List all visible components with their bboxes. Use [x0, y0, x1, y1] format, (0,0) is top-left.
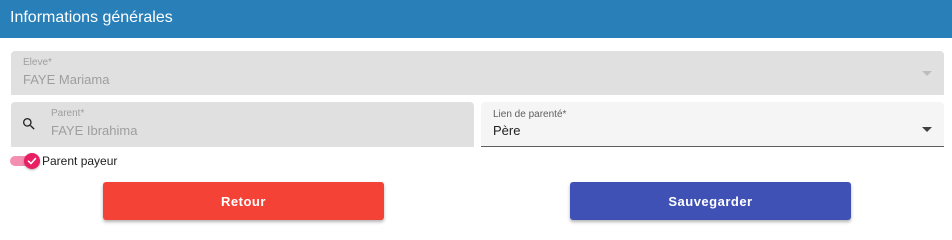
- parent-payeur-toggle[interactable]: [10, 153, 40, 169]
- parent-autocomplete[interactable]: Parent* FAYE Ibrahima: [11, 102, 474, 147]
- eleve-label: Eleve*: [23, 57, 52, 68]
- dropdown-arrow-icon: [922, 71, 932, 76]
- toggle-thumb: [24, 153, 40, 169]
- dropdown-arrow-icon: [922, 127, 932, 132]
- lien-parente-value: Père: [493, 123, 521, 138]
- lien-parente-select[interactable]: Lien de parenté* Père: [481, 102, 944, 147]
- parent-label: Parent*: [51, 108, 85, 119]
- parent-payeur-label: Parent payeur: [42, 154, 118, 168]
- section-title: Informations générales: [10, 9, 173, 26]
- retour-button[interactable]: Retour: [103, 182, 384, 220]
- search-icon: [23, 118, 35, 130]
- check-icon: [27, 157, 37, 165]
- save-button[interactable]: Sauvegarder: [570, 182, 851, 220]
- section-header: Informations générales: [0, 0, 952, 38]
- parent-value: FAYE Ibrahima: [51, 123, 138, 138]
- eleve-select[interactable]: Eleve* FAYE Mariama: [11, 51, 944, 95]
- lien-parente-label: Lien de parenté*: [493, 109, 567, 120]
- eleve-value: FAYE Mariama: [23, 72, 110, 87]
